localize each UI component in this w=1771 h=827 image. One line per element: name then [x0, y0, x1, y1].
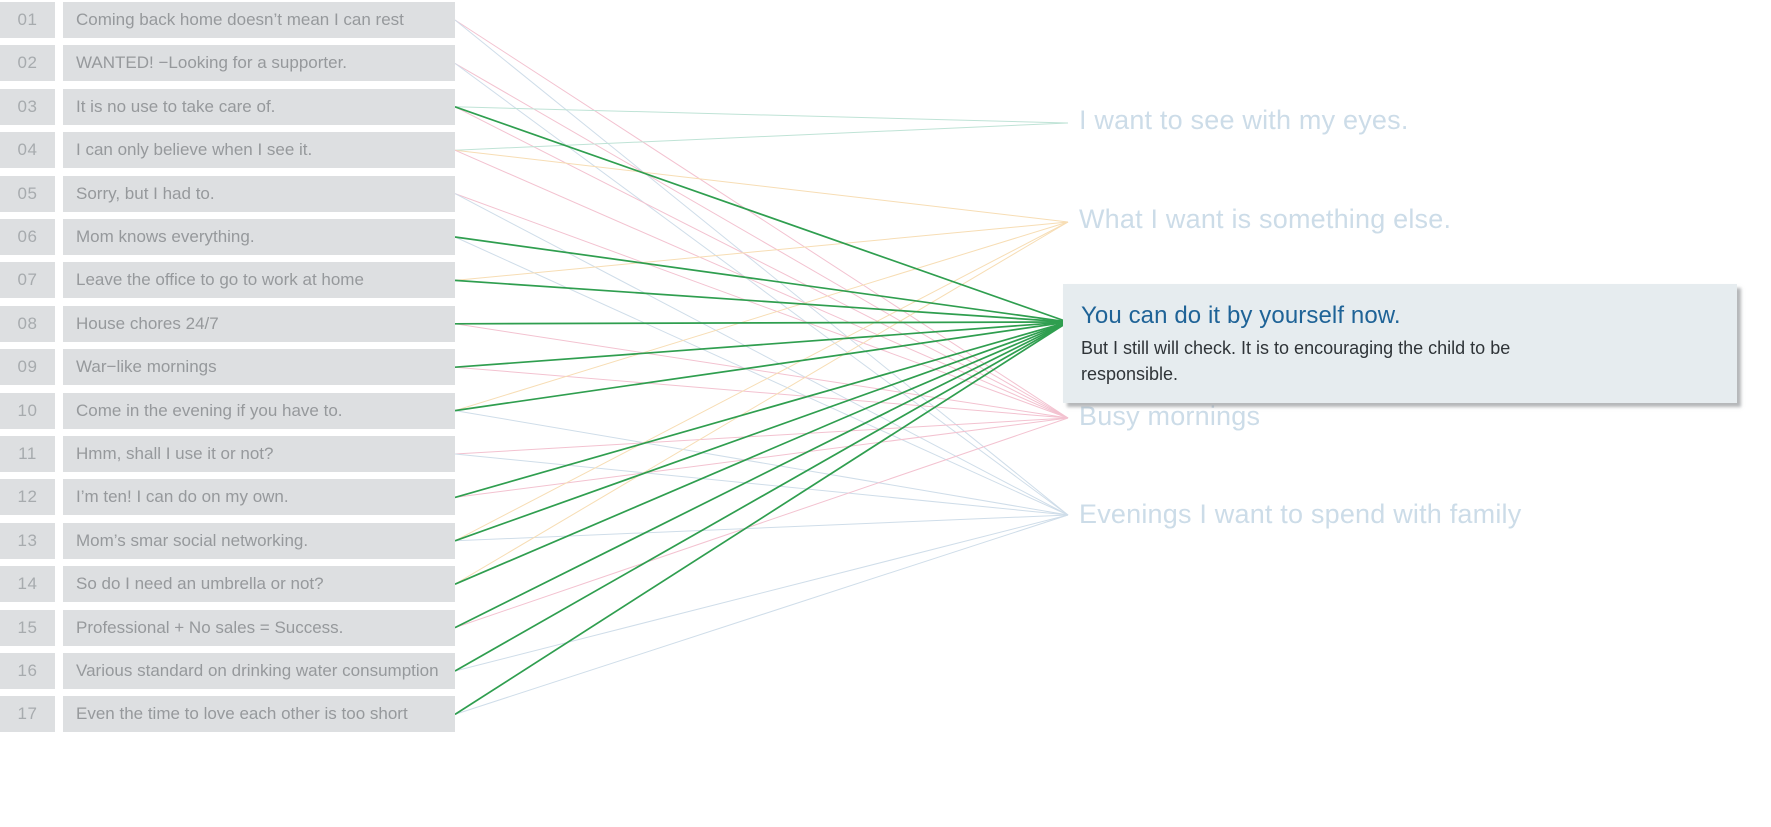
list-item[interactable]: 11 Hmm, shall I use it or not?	[0, 436, 455, 472]
connector-line	[454, 193, 1069, 516]
connector-line	[454, 221, 1069, 542]
connector-line	[454, 321, 1069, 585]
list-item-index: 17	[0, 696, 55, 733]
list-item-label: Various standard on drinking water consu…	[63, 653, 455, 689]
list-item-label: Mom’s smar social networking.	[63, 522, 455, 559]
list-item-index: 05	[0, 175, 55, 212]
idea-list: 01 Coming back home doesn’t mean I can re…	[0, 0, 460, 827]
connector-line	[454, 514, 1069, 672]
list-item-label: So do I need an umbrella or not?	[63, 566, 455, 603]
list-item-index: 15	[0, 609, 55, 646]
list-item-label: WANTED! −Looking for a supporter.	[63, 45, 455, 82]
connector-line	[454, 193, 1069, 419]
list-item[interactable]: 17 Even the time to love each other is to…	[0, 696, 455, 733]
cluster-label[interactable]: What I want is something else.	[1079, 204, 1451, 235]
list-item[interactable]: 01 Coming back home doesn’t mean I can re…	[0, 2, 455, 38]
list-item-label: Hmm, shall I use it or not?	[63, 436, 455, 472]
connector-line	[454, 62, 1069, 516]
list-item-label: It is no use to take care of.	[63, 88, 455, 125]
list-item-index: 13	[0, 522, 55, 559]
list-item-index: 11	[0, 436, 55, 472]
list-item-index: 08	[0, 305, 55, 342]
detail-card-title: You can do it by yourself now.	[1081, 302, 1401, 329]
connector-line	[454, 221, 1069, 281]
list-item-label: Leave the office to go to work at home	[63, 262, 455, 299]
list-item-label: Sorry, but I had to.	[63, 175, 455, 212]
list-item-index: 09	[0, 349, 55, 386]
connector-line	[454, 321, 1069, 672]
list-item[interactable]: 05 Sorry, but I had to.	[0, 175, 455, 212]
connector-line	[454, 417, 1069, 629]
list-item[interactable]: 03 It is no use to take care of.	[0, 88, 455, 125]
connector-line	[454, 106, 1069, 419]
connector-line	[454, 62, 1069, 419]
list-item[interactable]: 15 Professional + No sales = Success.	[0, 609, 455, 646]
diagram-canvas: 01 Coming back home doesn’t mean I can re…	[0, 0, 1771, 827]
connector-line	[454, 236, 1069, 516]
list-item[interactable]: 07 Leave the office to go to work at home	[0, 262, 455, 299]
list-item-index: 04	[0, 132, 55, 169]
connector-line	[454, 19, 1069, 419]
connector-line	[454, 221, 1069, 412]
detail-card[interactable]: You can do it by yourself now. But I sti…	[1063, 284, 1737, 404]
connector-line	[454, 321, 1069, 412]
list-item-label: Coming back home doesn’t mean I can rest	[63, 2, 455, 38]
connector-line	[454, 149, 1069, 419]
connector-line	[454, 321, 1069, 499]
list-item[interactable]: 14 So do I need an umbrella or not?	[0, 566, 455, 603]
list-item-index: 16	[0, 653, 55, 689]
list-item[interactable]: 06 Mom knows everything.	[0, 219, 455, 255]
connector-line	[454, 105, 1069, 323]
list-item-index: 02	[0, 45, 55, 82]
list-item-index: 07	[0, 262, 55, 299]
cluster-label[interactable]: Busy mornings	[1079, 401, 1260, 432]
connector-line	[454, 321, 1069, 369]
list-item-index: 14	[0, 566, 55, 603]
list-item-label: House chores 24/7	[63, 305, 455, 342]
list-item-index: 03	[0, 88, 55, 125]
list-item[interactable]: 08 House chores 24/7	[0, 305, 455, 342]
connector-line	[454, 221, 1069, 585]
cluster-label[interactable]: Evenings I want to spend with family	[1079, 499, 1521, 530]
connector-line	[454, 453, 1069, 516]
connector-line	[454, 514, 1069, 542]
connector-line	[454, 321, 1069, 716]
list-item-label: Mom knows everything.	[63, 219, 455, 255]
connector-line	[454, 149, 1069, 223]
list-item[interactable]: 09 War−like mornings	[0, 349, 455, 386]
connector-line	[454, 417, 1069, 455]
cluster-label[interactable]: I want to see with my eyes.	[1079, 105, 1409, 136]
connector-line	[454, 236, 1069, 323]
list-item-index: 01	[0, 2, 55, 38]
list-item-index: 10	[0, 392, 55, 429]
list-item-index: 12	[0, 479, 55, 516]
connector-line	[454, 410, 1069, 516]
list-item[interactable]: 12 I’m ten! I can do on my own.	[0, 479, 455, 516]
list-item[interactable]: 04 I can only believe when I see it.	[0, 132, 455, 169]
connector-line	[454, 323, 1069, 419]
list-item-label: I can only believe when I see it.	[63, 132, 455, 169]
connector-line	[454, 321, 1069, 629]
list-item-label: I’m ten! I can do on my own.	[63, 479, 455, 516]
connector-line	[454, 106, 1069, 124]
connector-line	[454, 514, 1069, 715]
list-item-label: Even the time to love each other is too …	[63, 696, 455, 733]
connector-line	[454, 122, 1069, 151]
list-item[interactable]: 10 Come in the evening if you have to.	[0, 392, 455, 429]
list-item-label: Professional + No sales = Success.	[63, 609, 455, 646]
list-item[interactable]: 13 Mom’s smar social networking.	[0, 522, 455, 559]
connector-line	[454, 19, 1069, 516]
list-item-label: Come in the evening if you have to.	[63, 392, 455, 429]
connector-line	[454, 279, 1069, 323]
connector-line	[454, 417, 1069, 498]
detail-card-body: But I still will check. It is to encoura…	[1081, 338, 1511, 384]
list-item[interactable]: 02 WANTED! −Looking for a supporter.	[0, 45, 455, 82]
connector-line	[454, 321, 1069, 325]
connector-line	[454, 366, 1069, 419]
list-item-index: 06	[0, 219, 55, 255]
list-item-label: War−like mornings	[63, 349, 455, 386]
list-item[interactable]: 16 Various standard on drinking water con…	[0, 653, 455, 689]
connector-line	[454, 321, 1069, 542]
